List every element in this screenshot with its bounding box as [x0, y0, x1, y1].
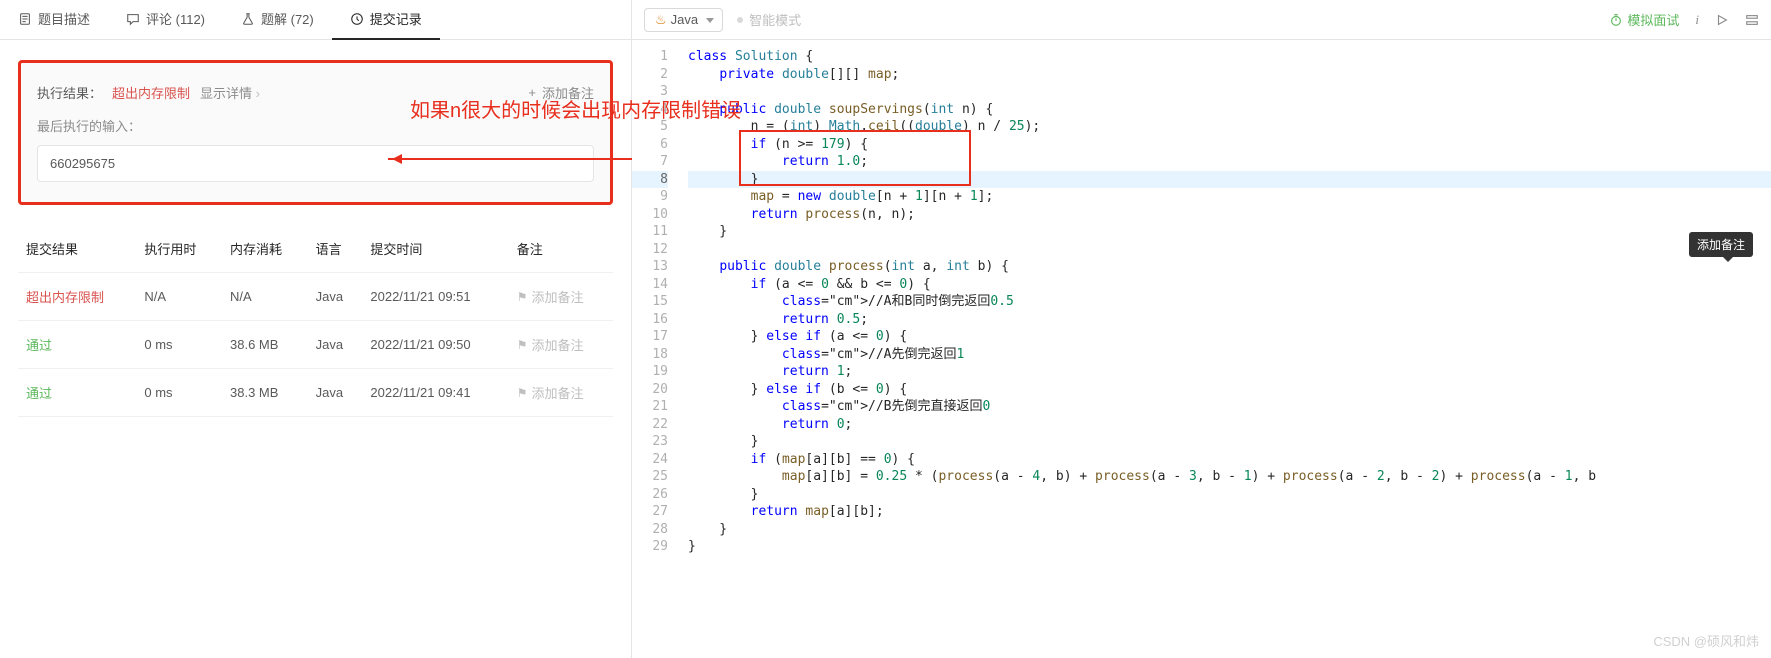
cell-note[interactable]: 添加备注: [509, 321, 613, 369]
history-icon: [350, 12, 364, 26]
last-input-label: 最后执行的输入：: [37, 116, 594, 135]
tab-label: 评论 (112): [146, 9, 205, 28]
editor-toolbar: ♨Java 智能模式 模拟面试 i: [632, 0, 1771, 40]
cell-lang: Java: [308, 369, 363, 417]
cell-lang: Java: [308, 321, 363, 369]
tab-submissions[interactable]: 提交记录: [332, 0, 440, 40]
cell-submit-time: 2022/11/21 09:41: [362, 369, 508, 417]
document-icon: [18, 12, 32, 26]
cell-note[interactable]: 添加备注: [509, 369, 613, 417]
cell-submit-time: 2022/11/21 09:51: [362, 273, 508, 321]
show-detail-link[interactable]: 显示详情: [200, 83, 260, 102]
col-submit-time: 提交时间: [362, 225, 508, 273]
flag-icon: [517, 385, 528, 400]
col-lang: 语言: [308, 225, 363, 273]
cell-submit-time: 2022/11/21 09:50: [362, 321, 508, 369]
line-gutter: 1234567891011121314151617181920212223242…: [632, 40, 680, 658]
info-icon[interactable]: i: [1695, 12, 1699, 28]
flag-icon: [517, 289, 528, 304]
col-result: 提交结果: [18, 225, 136, 273]
col-note: 备注: [509, 225, 613, 273]
language-select[interactable]: ♨Java: [644, 8, 723, 32]
annotation-arrow: [388, 158, 632, 160]
col-memory: 内存消耗: [222, 225, 308, 273]
plus-icon: [528, 85, 538, 100]
cell-note[interactable]: 添加备注: [509, 273, 613, 321]
cell-result: 通过: [18, 369, 136, 417]
mock-interview-button[interactable]: 模拟面试: [1609, 10, 1679, 29]
comment-icon: [126, 12, 140, 26]
table-row[interactable]: 通过0 ms38.3 MBJava2022/11/21 09:41 添加备注: [18, 369, 613, 417]
tab-description[interactable]: 题目描述: [0, 0, 108, 40]
flask-icon: [241, 12, 255, 26]
cell-memory: 38.3 MB: [222, 369, 308, 417]
java-icon: ♨: [655, 12, 667, 27]
table-row[interactable]: 通过0 ms38.6 MBJava2022/11/21 09:50 添加备注: [18, 321, 613, 369]
tab-label: 题目描述: [38, 9, 90, 28]
cell-time: 0 ms: [136, 369, 222, 417]
cell-lang: Java: [308, 273, 363, 321]
submissions-table: 添加备注 提交结果 执行用时 内存消耗 语言 提交时间 备注 超出内存限制N/A…: [18, 225, 613, 417]
tab-solutions[interactable]: 题解 (72): [223, 0, 332, 40]
result-panel: 执行结果： 超出内存限制 显示详情 添加备注 最后执行的输入： 66029567…: [18, 60, 613, 205]
settings-icon[interactable]: [1745, 13, 1759, 27]
tab-label: 提交记录: [370, 9, 422, 28]
cell-time: 0 ms: [136, 321, 222, 369]
tab-label: 题解 (72): [261, 9, 314, 28]
flag-icon: [517, 337, 528, 352]
cell-result: 通过: [18, 321, 136, 369]
tab-bar: 题目描述 评论 (112) 题解 (72) 提交记录: [0, 0, 631, 40]
watermark: CSDN @硕风和炜: [1653, 631, 1759, 650]
cell-memory: 38.6 MB: [222, 321, 308, 369]
result-status: 超出内存限制: [112, 83, 190, 102]
code-editor[interactable]: 1234567891011121314151617181920212223242…: [632, 40, 1771, 658]
tab-comments[interactable]: 评论 (112): [108, 0, 223, 40]
run-icon[interactable]: [1715, 13, 1729, 27]
cell-time: N/A: [136, 273, 222, 321]
table-row[interactable]: 超出内存限制N/AN/AJava2022/11/21 09:51 添加备注: [18, 273, 613, 321]
timer-icon: [1609, 13, 1623, 27]
dot-icon: [737, 17, 743, 23]
result-label: 执行结果：: [37, 83, 102, 102]
cell-result: 超出内存限制: [18, 273, 136, 321]
last-input-value: 660295675: [37, 145, 594, 182]
add-note-button[interactable]: 添加备注: [528, 83, 594, 102]
col-time: 执行用时: [136, 225, 222, 273]
cell-memory: N/A: [222, 273, 308, 321]
smart-mode-toggle[interactable]: 智能模式: [737, 10, 801, 29]
code-content[interactable]: class Solution { private double[][] map;…: [680, 40, 1771, 658]
